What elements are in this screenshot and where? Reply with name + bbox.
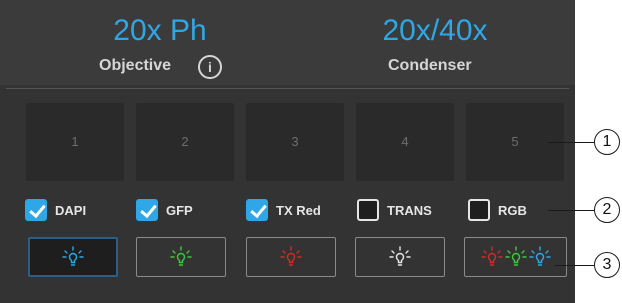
callout-line <box>555 265 594 266</box>
filter-slot-1[interactable]: 1 <box>26 103 124 181</box>
checkbox-checked[interactable] <box>136 199 158 221</box>
callout-2: 2 <box>594 197 620 223</box>
white-bulb-icon <box>389 246 411 266</box>
objective-value[interactable]: 20x Ph <box>100 14 220 48</box>
red-bulb-icon <box>480 246 503 266</box>
channel-checkbox-rgb[interactable]: RGB <box>468 197 527 223</box>
lamp-button-blue[interactable] <box>28 237 118 277</box>
channel-label: RGB <box>498 202 527 218</box>
channel-checkbox-trans[interactable]: TRANS <box>357 197 432 223</box>
lamp-button-rgb[interactable] <box>464 237 567 277</box>
callout-line <box>548 210 594 211</box>
filter-slot-3[interactable]: 3 <box>246 103 344 181</box>
callout-1: 1 <box>594 129 620 155</box>
objective-label: Objective <box>99 57 172 74</box>
lamp-button-white[interactable] <box>355 237 445 277</box>
info-icon[interactable]: i <box>198 55 222 79</box>
channel-label: DAPI <box>55 202 87 218</box>
channel-label: GFP <box>166 202 193 218</box>
channel-label: TRANS <box>387 202 432 218</box>
filter-slot-2[interactable]: 2 <box>136 103 234 181</box>
optics-header: 20x Ph Objective i 20x/40x Condenser <box>0 0 575 85</box>
callout-line <box>548 142 594 143</box>
channel-label: TX Red <box>276 202 321 218</box>
callout-3: 3 <box>594 252 620 278</box>
microscope-control-panel: 20x Ph Objective i 20x/40x Condenser 1 2… <box>0 0 575 303</box>
green-bulb-icon <box>504 246 527 266</box>
checkbox-checked[interactable] <box>246 199 268 221</box>
filter-slot-4[interactable]: 4 <box>356 103 454 181</box>
checkbox-unchecked[interactable] <box>357 199 379 221</box>
checkbox-unchecked[interactable] <box>468 199 490 221</box>
divider <box>6 88 569 89</box>
lamp-button-green[interactable] <box>136 237 226 277</box>
condenser-label: Condenser <box>388 57 472 74</box>
channel-checkbox-txred[interactable]: TX Red <box>246 197 321 223</box>
channel-checkbox-dapi[interactable]: DAPI <box>25 197 86 223</box>
checkbox-checked[interactable] <box>25 199 47 221</box>
condenser-value[interactable]: 20x/40x <box>370 14 500 48</box>
blue-bulb-icon <box>62 246 84 266</box>
red-bulb-icon <box>280 246 302 266</box>
channel-checkbox-gfp[interactable]: GFP <box>136 197 193 223</box>
green-bulb-icon <box>170 246 192 266</box>
lamp-button-red[interactable] <box>246 237 336 277</box>
blue-bulb-icon <box>528 246 551 266</box>
